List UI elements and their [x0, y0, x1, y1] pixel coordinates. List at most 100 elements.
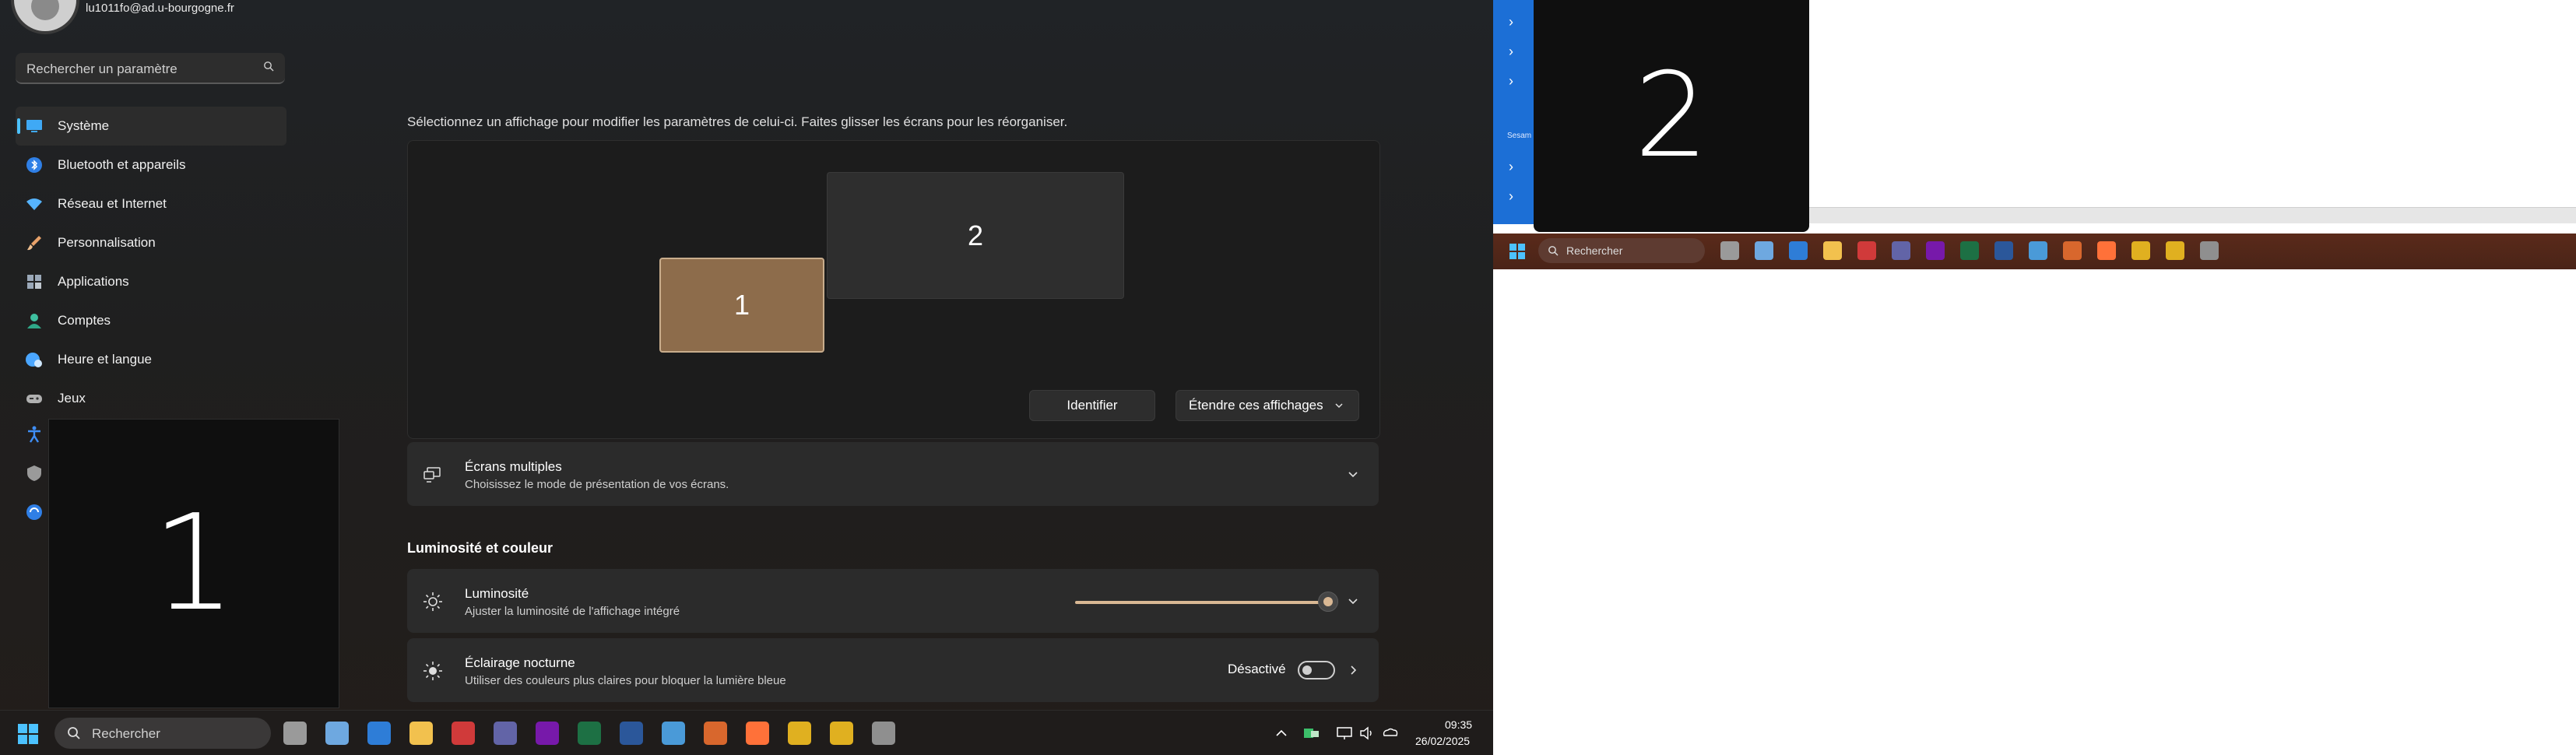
card-title: Écrans multiples [465, 459, 562, 474]
settings-search-input[interactable]: Rechercher un paramètre [16, 53, 285, 84]
settings-gear-icon[interactable] [872, 722, 895, 745]
sun-icon [423, 592, 442, 611]
identify-overlay-2: 2 [1534, 0, 1809, 232]
paintbrush-icon [27, 236, 41, 251]
windows-start-icon[interactable] [17, 723, 39, 745]
windows-update-icon[interactable] [25, 503, 44, 521]
side-panel-label: Sesam [1507, 132, 1532, 140]
multiple-displays-card[interactable]: Écrans multiples Choisissez le mode de p… [407, 442, 1379, 506]
network-icon[interactable] [1336, 726, 1353, 740]
chevron-right-icon[interactable] [1346, 663, 1360, 677]
chevron-down-icon[interactable] [1346, 594, 1360, 608]
taskbar-search-placeholder: Rechercher [1566, 244, 1623, 257]
chevron-right-icon[interactable]: › [1509, 188, 1513, 205]
chevron-down-icon[interactable] [1346, 467, 1360, 481]
second-taskbar: Rechercher [1493, 234, 2576, 269]
brightness-card[interactable]: Luminosité Ajuster la luminosité de l'af… [407, 569, 1379, 633]
windows-start-icon[interactable] [1509, 243, 1526, 260]
chrome-profile-icon[interactable] [2166, 241, 2184, 260]
display-mode-dropdown[interactable]: Étendre ces affichages [1176, 390, 1359, 421]
accounts-icon [27, 314, 41, 328]
onenote-icon[interactable] [1926, 241, 1945, 260]
file-explorer-icon[interactable] [409, 722, 433, 745]
chrome-icon[interactable] [2131, 241, 2150, 260]
sidebar-item-systeme[interactable]: Système [16, 107, 286, 146]
sidebar-item-label: Système [58, 118, 110, 133]
chevron-right-icon[interactable]: › [1509, 73, 1513, 90]
display-arrangement-panel: 1 2 Identifier Étendre ces affichages [407, 140, 1380, 439]
tray-app-icon[interactable] [1303, 726, 1320, 740]
account-email: lu1011fo@ad.u-bourgogne.fr [86, 2, 234, 15]
globe-clock-icon [26, 353, 42, 367]
onenote-icon[interactable] [536, 722, 559, 745]
battery-icon[interactable] [1381, 726, 1400, 740]
search-icon [1548, 246, 1559, 256]
identify-button[interactable]: Identifier [1029, 390, 1155, 421]
network-app-icon[interactable] [2029, 241, 2047, 260]
teams-chat-icon[interactable] [452, 722, 475, 745]
display-1-tile[interactable]: 1 [659, 258, 824, 353]
section-heading: Luminosité et couleur [407, 540, 554, 556]
sidebar-item-label: Jeux [58, 391, 86, 406]
sidebar-item-label: Bluetooth et appareils [58, 157, 186, 172]
outlook-icon[interactable] [1789, 241, 1808, 260]
taskbar-search[interactable]: Rechercher [54, 718, 271, 749]
word-icon[interactable] [620, 722, 643, 745]
excel-icon[interactable] [578, 722, 601, 745]
brightness-slider-thumb[interactable] [1318, 592, 1338, 612]
card-title: Éclairage nocturne [465, 655, 575, 670]
night-light-toggle[interactable] [1298, 661, 1335, 680]
search-icon [68, 727, 80, 739]
card-subtitle: Choisissez le mode de présentation de vo… [465, 478, 729, 491]
widgets-icon[interactable] [325, 722, 349, 745]
game-app-icon[interactable] [2063, 241, 2082, 260]
brightness-slider-track[interactable] [1075, 601, 1324, 604]
teams-chat-icon[interactable] [1857, 241, 1876, 260]
shield-icon[interactable] [25, 464, 44, 483]
firefox-icon[interactable] [746, 722, 769, 745]
chrome-icon[interactable] [788, 722, 811, 745]
display-2-tile[interactable]: 2 [827, 172, 1124, 299]
volume-icon[interactable] [1359, 726, 1375, 740]
accessibility-icon[interactable] [25, 425, 44, 444]
outlook-icon[interactable] [367, 722, 391, 745]
task-view-icon[interactable] [283, 722, 307, 745]
sidebar-item-personnalisation[interactable]: Personnalisation [16, 223, 286, 262]
sidebar-item-label: Applications [58, 274, 129, 289]
avatar[interactable] [11, 0, 79, 34]
settings-gear-icon[interactable] [2200, 241, 2219, 260]
excel-icon[interactable] [1960, 241, 1979, 260]
sidebar-item-bluetooth[interactable]: Bluetooth et appareils [16, 146, 286, 184]
sidebar-item-heure-langue[interactable]: Heure et langue [16, 340, 286, 379]
taskbar-search[interactable]: Rechercher [1538, 238, 1705, 263]
firefox-icon[interactable] [2097, 241, 2116, 260]
chevron-up-icon[interactable] [1275, 728, 1288, 739]
sidebar-item-label: Personnalisation [58, 235, 156, 250]
clock-time[interactable]: 09:35 [1445, 718, 1472, 731]
card-subtitle: Ajuster la luminosité de l'affichage int… [465, 605, 680, 618]
card-title: Luminosité [465, 586, 529, 601]
teams-icon[interactable] [1892, 241, 1910, 260]
game-app-icon[interactable] [704, 722, 727, 745]
chevron-right-icon[interactable]: › [1509, 44, 1513, 60]
sidebar-item-reseau[interactable]: Réseau et Internet [16, 184, 286, 223]
chevron-right-icon[interactable]: › [1509, 159, 1513, 175]
widgets-icon[interactable] [1755, 241, 1773, 260]
identify-overlay-1: 1 [48, 419, 339, 708]
sidebar-item-comptes[interactable]: Comptes [16, 301, 286, 340]
sidebar-item-applications[interactable]: Applications [16, 262, 286, 301]
file-explorer-icon[interactable] [1823, 241, 1842, 260]
sidebar-item-jeux[interactable]: Jeux [16, 379, 286, 418]
word-icon[interactable] [1994, 241, 2013, 260]
night-light-icon [423, 662, 442, 680]
night-light-card[interactable]: Éclairage nocturne Utiliser des couleurs… [407, 638, 1379, 702]
sidebar-nav: Système Bluetooth et appareils Réseau et… [16, 107, 286, 418]
clock-date[interactable]: 26/02/2025 [1415, 735, 1470, 747]
network-app-icon[interactable] [662, 722, 685, 745]
search-icon [264, 61, 274, 72]
task-view-icon[interactable] [1720, 241, 1739, 260]
teams-icon[interactable] [494, 722, 517, 745]
chevron-right-icon[interactable]: › [1509, 14, 1513, 30]
chrome-profile-icon[interactable] [830, 722, 853, 745]
settings-window: lu1011fo@ad.u-bourgogne.fr Rechercher un… [0, 0, 1493, 755]
